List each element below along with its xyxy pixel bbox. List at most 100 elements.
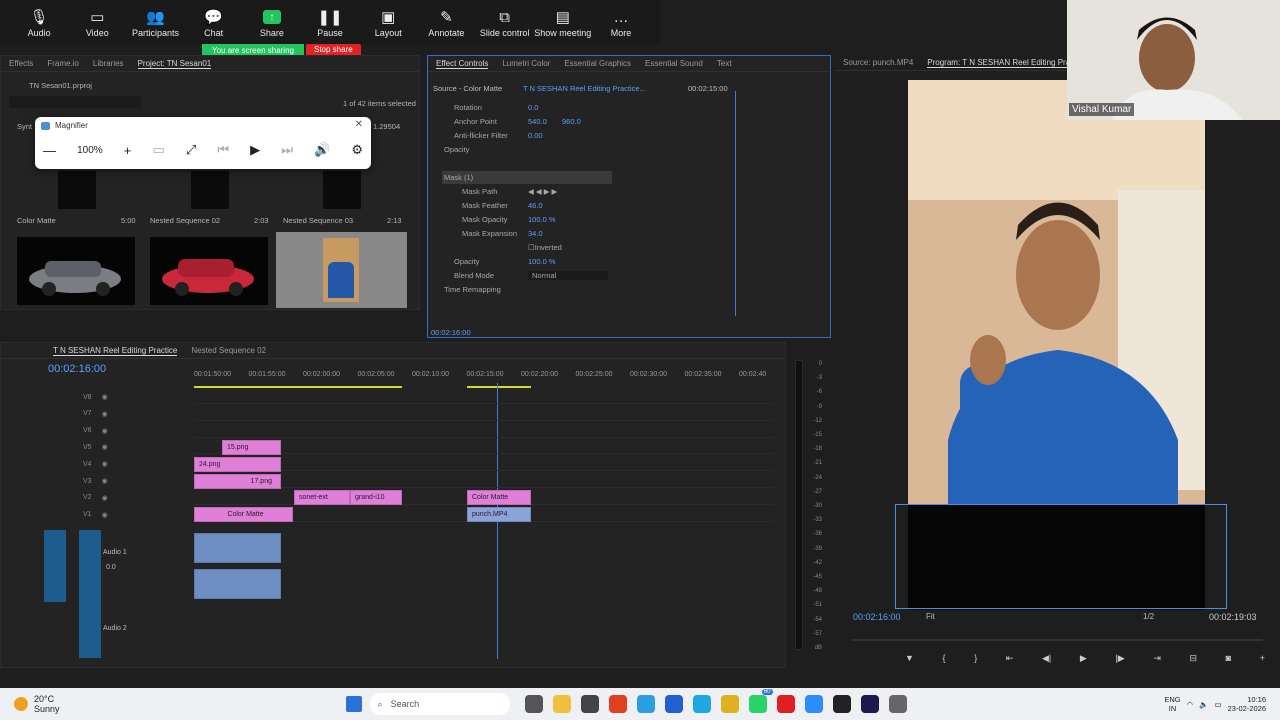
eye-icon[interactable]: ◉ <box>102 460 108 468</box>
tab-project[interactable]: Project: TN Sesan01 <box>137 59 212 69</box>
clip-punch[interactable]: punch.MP4 <box>467 507 531 522</box>
pause-button[interactable]: ❚❚ Pause <box>301 6 359 38</box>
whatsapp-icon[interactable]: 60 <box>748 689 773 713</box>
tab-lumetri[interactable]: Lumetri Color <box>502 59 550 68</box>
edge-icon[interactable] <box>692 695 711 713</box>
annotate-button[interactable]: ✎ Annotate <box>417 6 475 38</box>
in-point-icon[interactable]: { <box>943 653 946 664</box>
video-track-header[interactable]: V1 ◉ <box>51 507 108 523</box>
sequence-dropdown[interactable]: T N SESHAN Reel Editing Practice... <box>523 84 646 93</box>
clip-color-matte-v1[interactable]: Color Matte <box>194 507 293 522</box>
mask-outline[interactable] <box>895 504 1227 609</box>
car-thumb-grey[interactable] <box>17 237 135 305</box>
read-aloud-icon[interactable]: 🔊 <box>314 142 330 158</box>
eye-icon[interactable]: ◉ <box>102 393 108 401</box>
file-explorer-icon[interactable] <box>552 695 571 713</box>
weather-icon[interactable] <box>14 697 28 711</box>
video-track-header[interactable]: V4 ◉ <box>51 456 108 472</box>
add-button-icon[interactable]: + <box>1260 653 1265 664</box>
video-track-header[interactable]: V3 ◉ <box>51 473 108 489</box>
bin-thumb-2[interactable] <box>191 171 229 209</box>
zoom-out-button[interactable]: — <box>43 143 56 158</box>
play-icon[interactable]: ▶ <box>250 142 260 158</box>
eye-icon[interactable]: ◉ <box>102 427 108 435</box>
car-thumb-red[interactable] <box>150 237 268 305</box>
go-to-in-icon[interactable]: ⇤ <box>1006 653 1014 664</box>
a1-source[interactable] <box>79 530 101 658</box>
eye-icon[interactable]: ◉ <box>102 511 108 519</box>
telegram-icon[interactable] <box>636 695 655 713</box>
resolution-dropdown[interactable]: 1/2 <box>1143 612 1154 621</box>
tab-frameio[interactable]: Frame.io <box>47 59 79 68</box>
youtube-icon[interactable] <box>776 695 795 713</box>
work-area-bar[interactable] <box>194 386 402 388</box>
tab-effect-controls[interactable]: Effect Controls <box>436 59 489 69</box>
audio-button[interactable]: 🎙 Audio <box>10 6 68 38</box>
camera-icon[interactable]: ◙ <box>1226 653 1231 664</box>
more-button[interactable]: … More <box>592 6 650 39</box>
language-indicator[interactable]: ENG IN <box>1164 695 1180 713</box>
show-meeting-button[interactable]: ▤ Show meeting <box>534 6 592 38</box>
mini-playhead[interactable] <box>735 91 736 316</box>
participant-video[interactable]: Vishal Kumar <box>1067 0 1280 120</box>
step-forward-icon[interactable]: |▶ <box>1115 653 1124 664</box>
tab-essential-graphics[interactable]: Essential Graphics <box>564 59 631 68</box>
chrome-icon[interactable] <box>720 695 739 713</box>
marker-icon[interactable]: ▼ <box>905 653 914 664</box>
task-view-icon[interactable] <box>524 695 543 713</box>
zoom-in-button[interactable]: + <box>124 143 132 158</box>
clock[interactable]: 10:16 23-02-2026 <box>1228 695 1266 713</box>
tab-essential-sound[interactable]: Essential Sound <box>645 59 703 68</box>
clip-17png[interactable]: 17.png <box>194 474 281 489</box>
layout-button[interactable]: ▣ Layout <box>359 6 417 38</box>
program-scrubber[interactable] <box>853 639 1263 641</box>
volume-icon[interactable]: 🔈 <box>1199 700 1208 709</box>
gear-icon[interactable]: ⚙ <box>351 142 363 158</box>
lift-icon[interactable]: ⊟ <box>1190 653 1198 664</box>
eye-icon[interactable]: ◉ <box>102 443 108 451</box>
time-ruler[interactable]: 00:01:50:00 00:01:55:00 00:02:00:00 00:02:0… <box>194 371 774 385</box>
tab-text[interactable]: Text <box>717 59 732 68</box>
share-button[interactable]: ↑ Share <box>243 6 301 38</box>
video-track-header[interactable]: V6 ◉ <box>51 423 108 439</box>
audio-clip-2[interactable] <box>194 569 281 599</box>
close-icon[interactable]: ✕ <box>355 119 363 130</box>
out-point-icon[interactable]: } <box>974 653 977 664</box>
bin-thumb-3[interactable] <box>323 171 361 209</box>
zoom-icon[interactable] <box>804 695 823 713</box>
weather-widget[interactable]: 20°C Sunny <box>34 694 60 714</box>
participants-button[interactable]: 👥 Participants <box>126 6 184 38</box>
clip-15png[interactable]: 15.png <box>222 440 281 455</box>
bin-thumb-1[interactable] <box>58 171 96 209</box>
clip-sonet[interactable]: sonet-ext <box>294 490 350 505</box>
audio-clip-1[interactable] <box>194 533 281 563</box>
person-thumb[interactable] <box>276 232 407 308</box>
fit-dropdown[interactable]: Fit <box>926 612 935 621</box>
chat-button[interactable]: 💬 Chat <box>185 6 243 38</box>
video-track-header[interactable]: V2 ◉ <box>51 490 108 506</box>
start-icon[interactable] <box>345 696 362 712</box>
taskbar-search[interactable]: ⌕ Search <box>369 693 510 715</box>
video-button[interactable]: ▭ Video <box>68 6 126 38</box>
lens-icon[interactable]: ▭ <box>152 142 164 158</box>
play-button[interactable]: ▶ <box>1080 653 1087 664</box>
go-to-out-icon[interactable]: ⇥ <box>1153 653 1161 664</box>
video-track-header[interactable]: V7 ◉ <box>51 406 108 422</box>
expand-icon[interactable]: ⤢ <box>186 142 196 158</box>
eye-icon[interactable]: ◉ <box>102 477 108 485</box>
media-icon[interactable] <box>832 695 851 713</box>
eye-icon[interactable]: ◉ <box>102 410 108 418</box>
slide-control-button[interactable]: ⧉ Slide control <box>476 6 534 39</box>
project-search-input[interactable] <box>9 96 141 108</box>
clip-grand[interactable]: grand-i10 <box>350 490 402 505</box>
tab-effects[interactable]: Effects <box>9 59 33 68</box>
a1-target[interactable] <box>44 530 66 602</box>
step-back-icon[interactable]: ◀| <box>1042 653 1051 664</box>
eye-icon[interactable]: ◉ <box>102 494 108 502</box>
tab-source[interactable]: Source: punch.MP4 <box>843 58 913 67</box>
work-area-bar[interactable] <box>467 386 531 388</box>
tab-libraries[interactable]: Libraries <box>93 59 124 68</box>
premiere-icon[interactable] <box>860 695 879 713</box>
clip-color-matte-v2[interactable]: Color Matte <box>467 490 531 505</box>
app-icon[interactable] <box>888 695 907 713</box>
